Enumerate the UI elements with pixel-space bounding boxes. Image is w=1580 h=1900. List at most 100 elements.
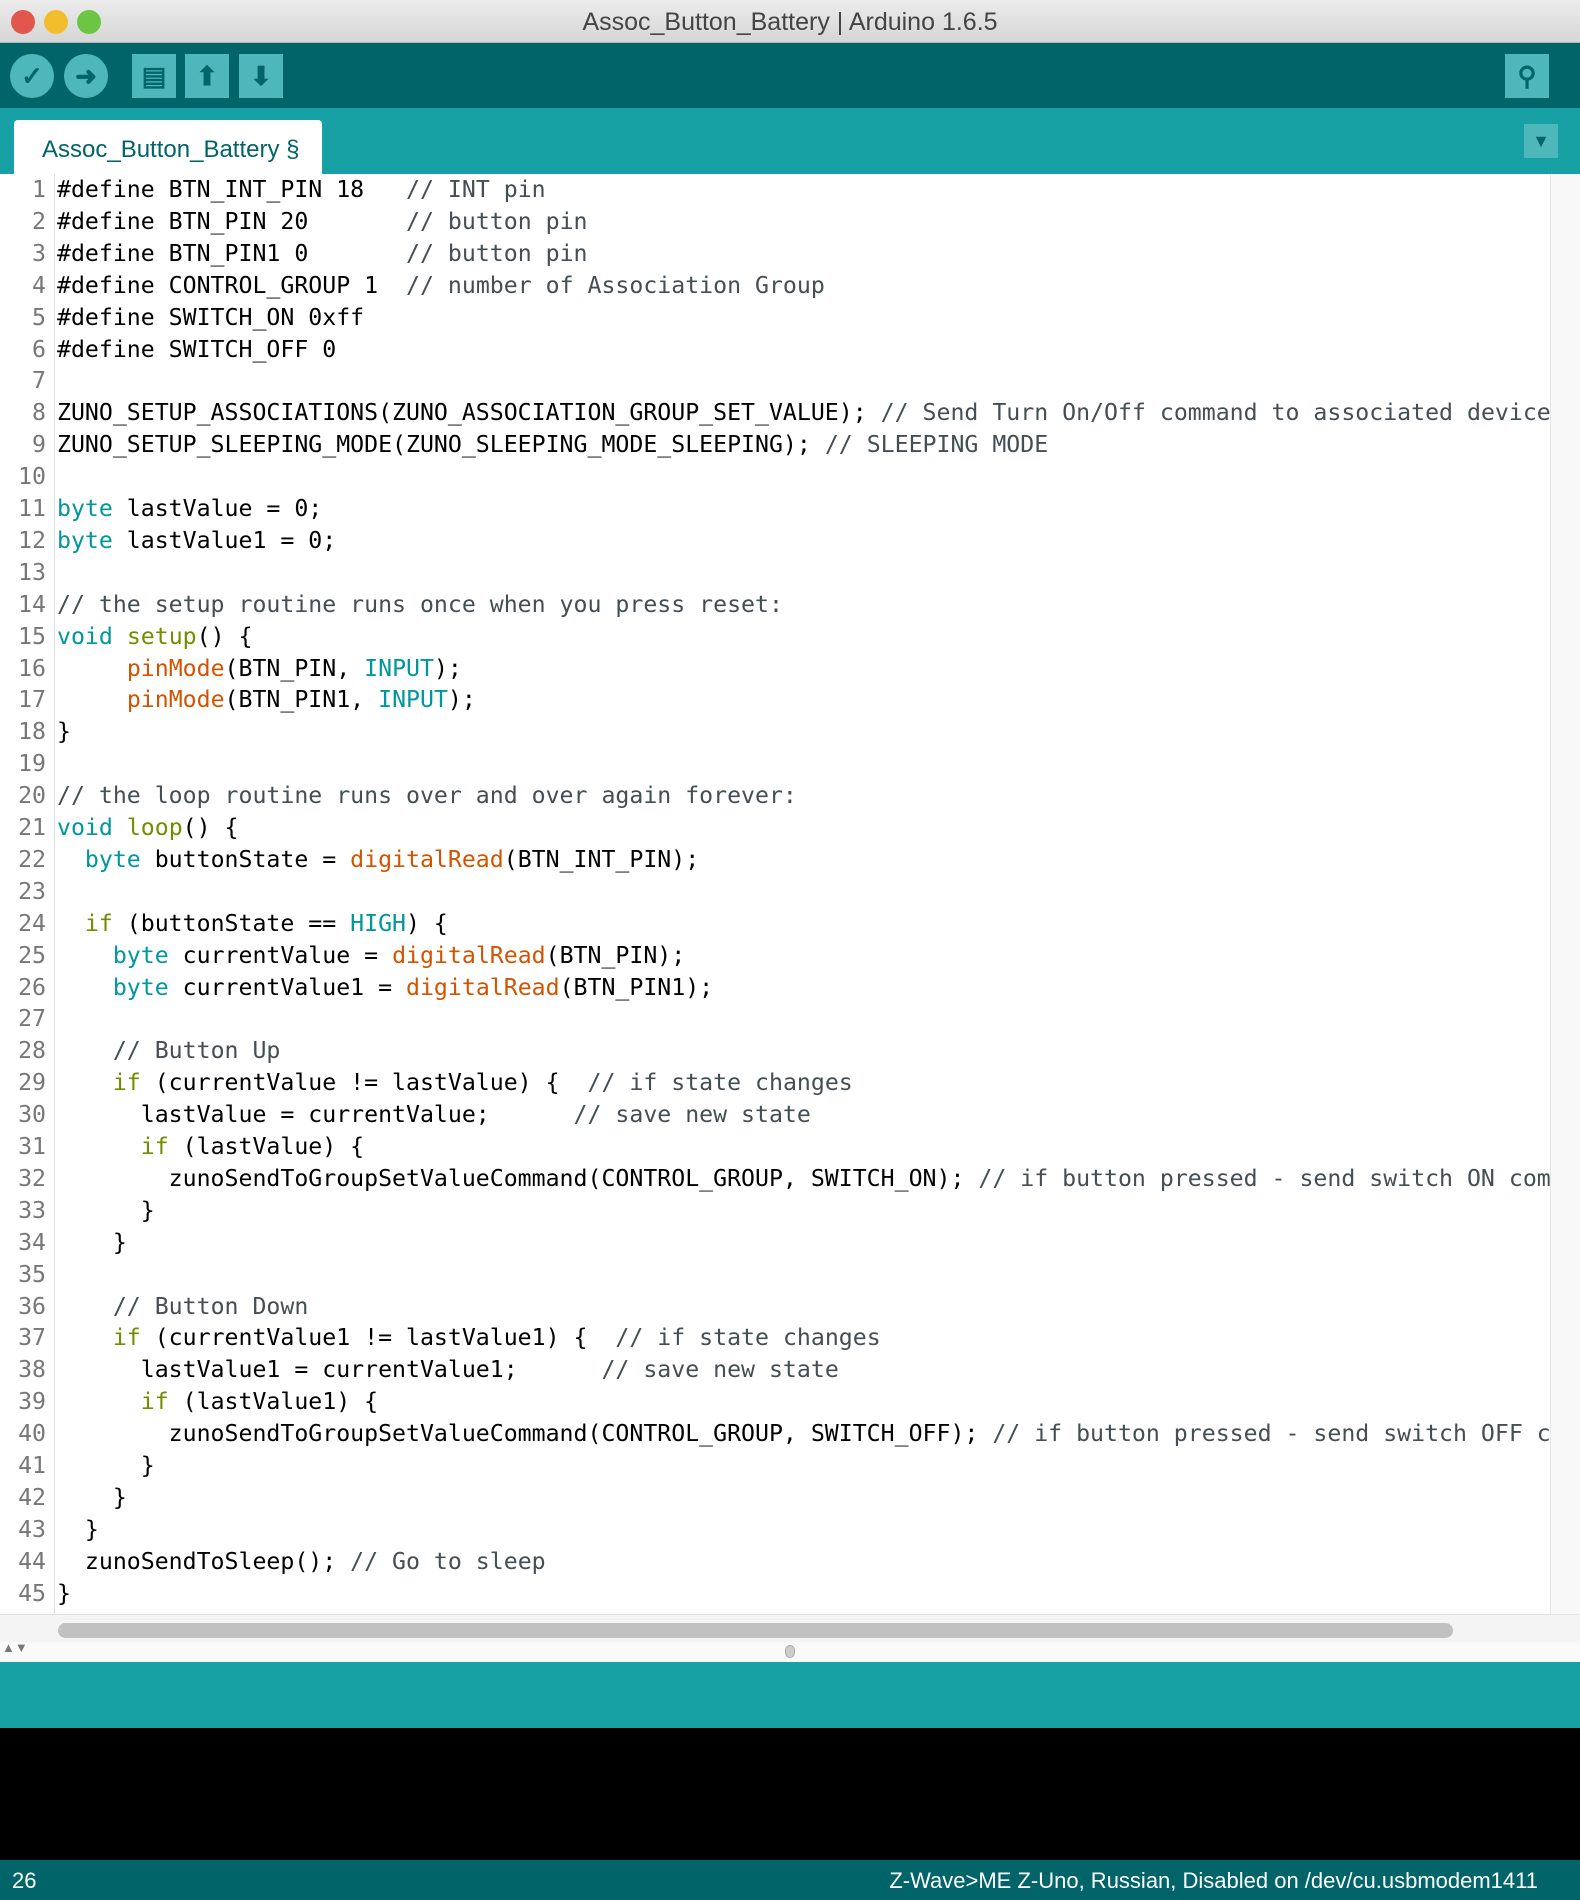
split-pane-divider[interactable]: ▲▼ bbox=[0, 1640, 1580, 1662]
verify-button[interactable]: ✓ bbox=[10, 54, 54, 98]
upload-button[interactable]: ➜ bbox=[64, 54, 108, 98]
code-line[interactable]: 17 pinMode(BTN_PIN1, INPUT); bbox=[0, 684, 1550, 716]
code-token: #define BTN_INT_PIN 18 bbox=[57, 176, 407, 203]
line-number: 12 bbox=[18, 526, 46, 554]
code-line[interactable]: 34 } bbox=[0, 1227, 1550, 1259]
code-line[interactable]: 31 if (lastValue) { bbox=[0, 1131, 1550, 1163]
new-button[interactable]: ▤ bbox=[132, 54, 176, 98]
code-line[interactable]: 32 zunoSendToGroupSetValueCommand(CONTRO… bbox=[0, 1163, 1550, 1195]
line-code: } bbox=[57, 1514, 99, 1546]
line-code: } bbox=[57, 1227, 127, 1259]
horizontal-scrollbar[interactable] bbox=[0, 1614, 1580, 1642]
comment-token: // if button pressed - send switch OFF c bbox=[992, 1420, 1550, 1448]
code-line[interactable]: 10 bbox=[0, 461, 1550, 493]
code-line[interactable]: 43 } bbox=[0, 1514, 1550, 1546]
code-line[interactable]: 13 bbox=[0, 557, 1550, 589]
tab-menu-button[interactable]: ▼ bbox=[1524, 124, 1558, 158]
code-token: } bbox=[57, 1196, 155, 1224]
line-number: 36 bbox=[18, 1292, 46, 1320]
code-line[interactable]: 42 } bbox=[0, 1482, 1550, 1514]
code-line[interactable]: 2 #define BTN_PIN 20 // button pin bbox=[0, 206, 1550, 238]
code-line[interactable]: 3 #define BTN_PIN1 0 // button pin bbox=[0, 238, 1550, 270]
line-number: 37 bbox=[18, 1324, 46, 1352]
line-code: lastValue = currentValue; // save new st… bbox=[57, 1099, 811, 1131]
code-line[interactable]: 14 // the setup routine runs once when yo… bbox=[0, 589, 1550, 621]
tab-assoc-button-battery[interactable]: Assoc_Button_Battery § bbox=[14, 120, 322, 174]
line-number: 16 bbox=[18, 654, 46, 682]
code-line[interactable]: 40 zunoSendToGroupSetValueCommand(CONTRO… bbox=[0, 1418, 1550, 1450]
line-number: 18 bbox=[18, 718, 46, 746]
code-line[interactable]: 15 void setup() { bbox=[0, 621, 1550, 653]
code-editor[interactable]: 1 #define BTN_INT_PIN 18 // INT pin 2 #defi… bbox=[0, 174, 1550, 1614]
code-line[interactable]: 26 byte currentValue1 = digitalRead(BTN_… bbox=[0, 972, 1550, 1004]
line-number: 20 bbox=[18, 782, 46, 810]
code-line[interactable]: 4 #define CONTROL_GROUP 1 // number of As… bbox=[0, 270, 1550, 302]
code-line[interactable]: 18} bbox=[0, 716, 1550, 748]
line-number: 6 bbox=[32, 335, 46, 363]
line-number: 41 bbox=[18, 1452, 46, 1479]
code-line[interactable]: 39 if (lastValue1) { bbox=[0, 1386, 1550, 1418]
code-line[interactable]: 19 bbox=[0, 748, 1550, 780]
line-number: 35 bbox=[18, 1260, 46, 1288]
keyword-token: byte bbox=[57, 526, 113, 554]
code-line[interactable]: 33 } bbox=[0, 1195, 1550, 1227]
code-line[interactable]: 20 // the loop routine runs over and over… bbox=[0, 780, 1550, 812]
code-line[interactable]: 38 lastValue1 = currentValue1; // save n… bbox=[0, 1354, 1550, 1386]
line-number: 17 bbox=[18, 686, 46, 714]
code-line[interactable]: 27 bbox=[0, 1003, 1550, 1035]
code-line[interactable]: 16 pinMode(BTN_PIN, INPUT); bbox=[0, 653, 1550, 685]
code-line[interactable]: 23 bbox=[0, 876, 1550, 908]
code-line[interactable]: 29 if (currentValue != lastValue) { // i… bbox=[0, 1067, 1550, 1099]
code-line[interactable]: 44 zunoSendToSleep(); // Go to sleep bbox=[0, 1546, 1550, 1578]
code-token: #define BTN_PIN 20 bbox=[57, 207, 407, 235]
horizontal-scrollbar-thumb[interactable] bbox=[58, 1623, 1453, 1638]
code-line[interactable]: 7 bbox=[0, 365, 1550, 397]
line-code: byte currentValue = digitalRead(BTN_PIN)… bbox=[57, 940, 685, 972]
console-output bbox=[0, 1728, 1580, 1860]
code-line[interactable]: 5 #define SWITCH_ON 0xff bbox=[0, 302, 1550, 334]
function-token: pinMode bbox=[126, 686, 225, 714]
save-button[interactable]: ⬇ bbox=[239, 54, 283, 98]
code-token: (buttonState == bbox=[112, 909, 351, 937]
line-code: pinMode(BTN_PIN1, INPUT); bbox=[57, 684, 476, 716]
divider-handle[interactable] bbox=[785, 1645, 795, 1658]
line-code: ZUNO_SETUP_SLEEPING_MODE(ZUNO_SLEEPING_M… bbox=[57, 429, 1048, 461]
line-code: } bbox=[57, 1578, 71, 1610]
code-token: (lastValue) { bbox=[168, 1133, 365, 1160]
code-line[interactable]: 36 // Button Down bbox=[0, 1291, 1550, 1323]
function-token: digitalRead bbox=[392, 941, 546, 969]
code-line[interactable]: 25 byte currentValue = digitalRead(BTN_P… bbox=[0, 940, 1550, 972]
code-line[interactable]: 45} bbox=[0, 1578, 1550, 1610]
code-line[interactable]: 24 if (buttonState == HIGH) { bbox=[0, 908, 1550, 940]
code-line[interactable]: 6 #define SWITCH_OFF 0 bbox=[0, 334, 1550, 366]
function-token: digitalRead bbox=[350, 845, 504, 873]
code-line[interactable]: 41 } bbox=[0, 1450, 1550, 1482]
code-token: #define CONTROL_GROUP 1 bbox=[57, 271, 407, 299]
code-line[interactable]: 9 ZUNO_SETUP_SLEEPING_MODE(ZUNO_SLEEPING_… bbox=[0, 429, 1550, 461]
collapse-arrows-icon[interactable]: ▲▼ bbox=[2, 1640, 28, 1655]
code-token: } bbox=[57, 1483, 127, 1511]
open-button[interactable]: ⬆ bbox=[185, 54, 229, 98]
code-line[interactable]: 1 #define BTN_INT_PIN 18 // INT pin bbox=[0, 174, 1550, 206]
serial-monitor-button[interactable]: ⚲ bbox=[1505, 54, 1549, 98]
vertical-scrollbar[interactable] bbox=[1550, 174, 1580, 1614]
code-line[interactable]: 22 byte buttonState = digitalRead(BTN_IN… bbox=[0, 844, 1550, 876]
line-number: 1 bbox=[32, 176, 46, 203]
line-code: byte currentValue1 = digitalRead(BTN_PIN… bbox=[57, 972, 713, 1004]
code-line[interactable]: 37 if (currentValue1 != lastValue1) { //… bbox=[0, 1322, 1550, 1354]
code-line[interactable]: 28 // Button Up bbox=[0, 1035, 1550, 1067]
code-token: #define SWITCH_OFF 0 bbox=[57, 335, 337, 363]
code-line[interactable]: 12 byte lastValue1 = 0; bbox=[0, 525, 1550, 557]
code-line[interactable]: 21 void loop() { bbox=[0, 812, 1550, 844]
line-number: 33 bbox=[18, 1196, 46, 1224]
code-line[interactable]: 35 bbox=[0, 1259, 1550, 1291]
code-line[interactable]: 30 lastValue = currentValue; // save new… bbox=[0, 1099, 1550, 1131]
code-line[interactable]: 11 byte lastValue = 0; bbox=[0, 493, 1550, 525]
line-number: 39 bbox=[18, 1388, 46, 1416]
code-line[interactable]: 8 ZUNO_SETUP_ASSOCIATIONS(ZUNO_ASSOCIATIO… bbox=[0, 397, 1550, 429]
line-number: 11 bbox=[18, 495, 46, 522]
